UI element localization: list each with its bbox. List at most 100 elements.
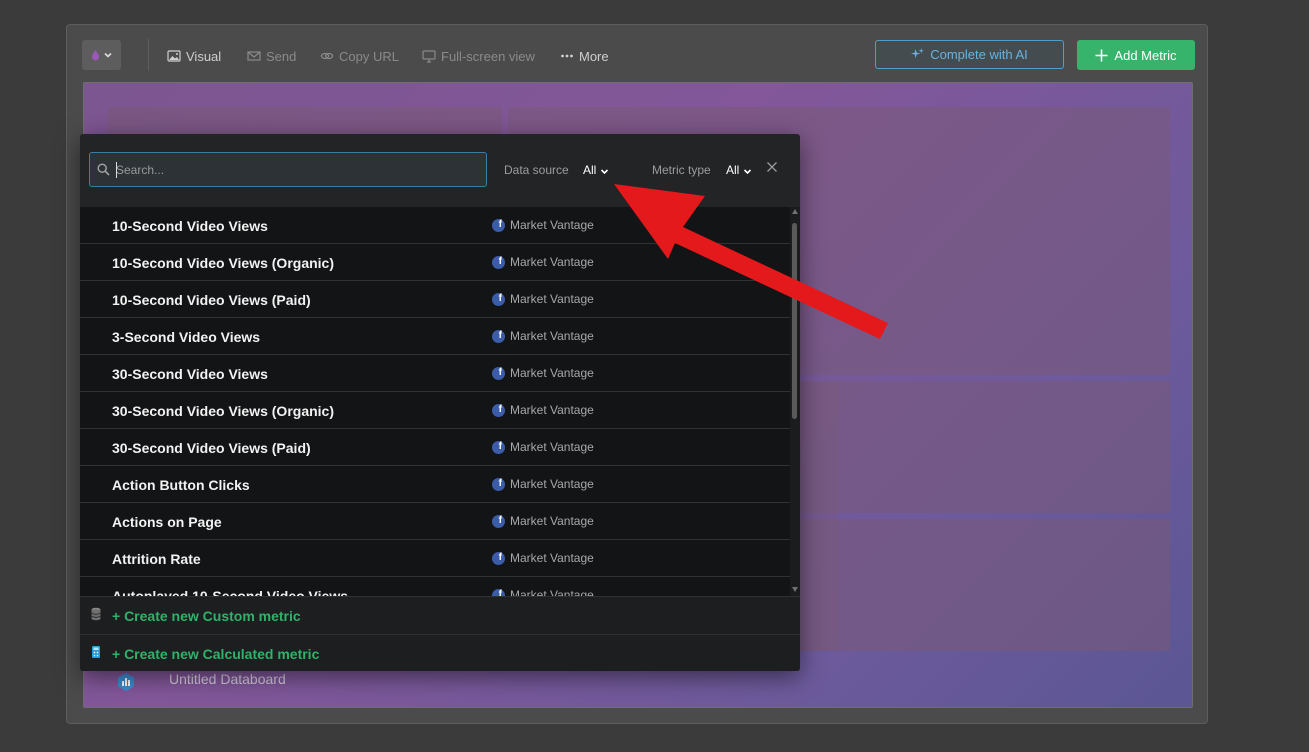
create-custom-metric-label: + Create new Custom metric [112, 608, 301, 624]
facebook-icon: f [492, 588, 505, 596]
metric-name: 30-Second Video Views (Paid) [112, 440, 311, 456]
close-icon[interactable] [766, 161, 778, 173]
metric-source: f Market Vantage [492, 292, 594, 306]
visual-label: Visual [186, 48, 222, 64]
metric-source: f Market Vantage [492, 551, 594, 565]
metric-source-label: Market Vantage [510, 329, 594, 343]
metric-tile[interactable] [800, 519, 1170, 651]
image-icon [167, 50, 181, 62]
metric-name: Attrition Rate [112, 551, 201, 567]
metric-name: 10-Second Video Views [112, 218, 268, 234]
metric-row[interactable]: Action Button Clicks f Market Vantage [80, 466, 790, 503]
create-custom-metric-button[interactable]: + Create new Custom metric [80, 596, 800, 634]
chevron-down-icon [103, 52, 112, 58]
databoard-title[interactable]: Untitled Databoard [169, 671, 286, 687]
databoard-logo-icon [118, 673, 134, 691]
calculator-icon [92, 646, 100, 658]
chevron-down-icon [601, 168, 609, 174]
metric-picker-dropdown: Data source All Metric type All 10-Secon… [80, 134, 800, 671]
metric-source-label: Market Vantage [510, 551, 594, 565]
add-metric-label: Add Metric [1114, 47, 1177, 63]
metric-row[interactable]: 30-Second Video Views (Paid) f Market Vant… [80, 429, 790, 466]
metric-row[interactable]: Autoplayed 10-Second Video Views f Market … [80, 577, 790, 596]
metric-source-label: Market Vantage [510, 292, 594, 306]
scroll-down-arrow[interactable] [792, 587, 798, 592]
monitor-icon [422, 50, 436, 63]
send-label: Send [266, 48, 297, 64]
facebook-icon: f [492, 292, 505, 306]
theme-color-button[interactable] [82, 40, 121, 70]
metric-source-label: Market Vantage [510, 366, 594, 380]
copy-url-label: Copy URL [339, 48, 399, 64]
fullscreen-button[interactable]: Full-screen view [422, 47, 535, 65]
complete-with-ai-button[interactable]: Complete with AI [875, 40, 1064, 69]
search-icon [97, 163, 110, 176]
metric-source: f Market Vantage [492, 403, 594, 417]
metric-source: f Market Vantage [492, 255, 594, 269]
search-field[interactable] [89, 152, 487, 187]
metric-type-select[interactable]: All [726, 163, 752, 177]
scrollbar[interactable] [790, 207, 800, 596]
metric-row[interactable]: Actions on Page f Market Vantage [80, 503, 790, 540]
metric-source-label: Market Vantage [510, 588, 594, 596]
create-calculated-metric-label: + Create new Calculated metric [112, 646, 320, 662]
metric-source: f Market Vantage [492, 329, 594, 343]
envelope-icon [247, 51, 261, 61]
fullscreen-label: Full-screen view [441, 48, 535, 64]
metric-source-label: Market Vantage [510, 477, 594, 491]
metric-source: f Market Vantage [492, 477, 594, 491]
metric-type-value: All [726, 163, 740, 177]
metric-source-label: Market Vantage [510, 218, 594, 232]
metric-source-label: Market Vantage [510, 403, 594, 417]
facebook-icon: f [492, 440, 505, 454]
metric-source: f Market Vantage [492, 366, 594, 380]
facebook-icon: f [492, 218, 505, 232]
toolbar: Visual Send Copy URL Full-screen view Mo… [67, 25, 1207, 81]
metric-row[interactable]: 3-Second Video Views f Market Vantage [80, 318, 790, 355]
metric-source-label: Market Vantage [510, 440, 594, 454]
link-icon [320, 52, 334, 60]
create-calculated-metric-button[interactable]: + Create new Calculated metric [80, 634, 800, 671]
metric-name: 10-Second Video Views (Organic) [112, 255, 334, 271]
visual-button[interactable]: Visual [167, 47, 221, 65]
more-button[interactable]: More [560, 47, 609, 65]
facebook-icon: f [492, 551, 505, 565]
add-metric-button[interactable]: Add Metric [1077, 40, 1195, 70]
more-dots-icon [561, 54, 573, 58]
scroll-up-arrow[interactable] [792, 209, 798, 214]
data-source-select[interactable]: All [583, 163, 609, 177]
copy-url-button[interactable]: Copy URL [320, 47, 399, 65]
metric-row[interactable]: 30-Second Video Views f Market Vantage [80, 355, 790, 392]
facebook-icon: f [492, 514, 505, 528]
metric-name: Action Button Clicks [112, 477, 250, 493]
database-icon [91, 607, 101, 621]
metric-row[interactable]: 10-Second Video Views (Paid) f Market Vant… [80, 281, 790, 318]
search-input[interactable] [114, 161, 478, 178]
metric-tile[interactable] [800, 381, 1170, 513]
metric-row[interactable]: Attrition Rate f Market Vantage [80, 540, 790, 577]
metric-row[interactable]: 10-Second Video Views (Organic) f Market V… [80, 244, 790, 281]
toolbar-divider [148, 39, 149, 71]
metric-tile[interactable] [800, 381, 838, 651]
plus-icon [1095, 49, 1108, 61]
metric-name: 3-Second Video Views [112, 329, 261, 345]
metric-row[interactable]: 30-Second Video Views (Organic) f Market V… [80, 392, 790, 429]
data-source-value: All [583, 163, 597, 177]
data-source-label: Data source [504, 163, 569, 177]
metric-source: f Market Vantage [492, 514, 594, 528]
metric-source: f Market Vantage [492, 440, 594, 454]
metric-row[interactable]: 10-Second Video Views f Market Vantage [80, 207, 790, 244]
metric-source-label: Market Vantage [510, 514, 594, 528]
text-cursor [116, 162, 117, 178]
metric-type-label: Metric type [652, 163, 711, 177]
facebook-icon: f [492, 255, 505, 269]
metric-name: 30-Second Video Views (Organic) [112, 403, 334, 419]
metric-source: f Market Vantage [492, 218, 594, 232]
complete-with-ai-label: Complete with AI [930, 47, 1028, 62]
send-button[interactable]: Send [247, 47, 296, 65]
chevron-down-icon [744, 168, 752, 174]
metric-name: 10-Second Video Views (Paid) [112, 292, 311, 308]
scrollbar-thumb[interactable] [792, 223, 797, 419]
facebook-icon: f [492, 477, 505, 491]
droplet-icon [91, 49, 99, 60]
